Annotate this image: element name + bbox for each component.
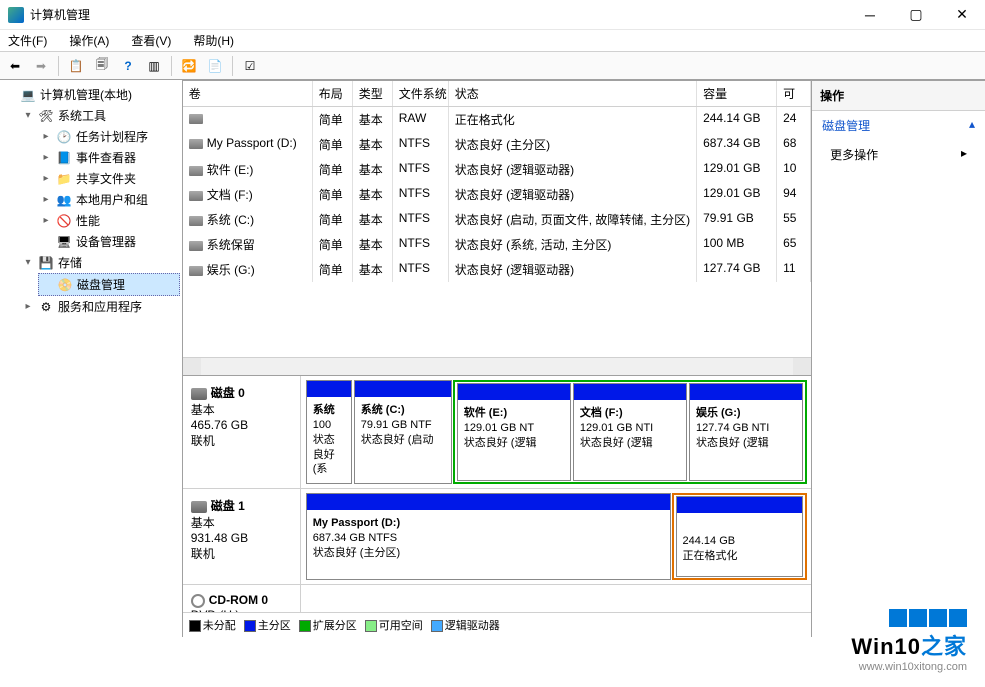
volume-list[interactable]: 简单基本RAW正在格式化244.14 GB24My Passport (D:)简…	[183, 107, 811, 357]
volume-row[interactable]: 文档 (F:)简单基本NTFS状态良好 (逻辑驱动器)129.01 GB94	[183, 182, 811, 207]
disk-info-cdrom: CD-ROM 0 DVD (H:)	[183, 585, 301, 612]
col-free[interactable]: 可	[777, 81, 811, 106]
menubar: 文件(F) 操作(A) 查看(V) 帮助(H)	[0, 30, 985, 52]
col-capacity[interactable]: 容量	[697, 81, 777, 106]
window-controls: ─ ▢ ✕	[847, 0, 985, 30]
action-more[interactable]: 更多操作▸	[812, 140, 985, 169]
partition[interactable]: 娱乐 (G:)127.74 GB NTI状态良好 (逻辑	[689, 383, 803, 481]
minimize-button[interactable]: ─	[847, 0, 893, 30]
tool-btn-4[interactable]: 🔁	[178, 55, 200, 77]
tree-system-tools[interactable]: ▾🛠 系统工具	[20, 105, 180, 126]
tree-root-label: 计算机管理(本地)	[40, 86, 132, 103]
collapse-icon: ▴	[969, 117, 975, 134]
tree-storage[interactable]: ▾💾 存储	[20, 252, 180, 273]
horizontal-scrollbar[interactable]	[183, 357, 811, 375]
maximize-button[interactable]: ▢	[893, 0, 939, 30]
content-pane: 卷 布局 类型 文件系统 状态 容量 可 简单基本RAW正在格式化244.14 …	[183, 80, 812, 637]
close-button[interactable]: ✕	[939, 0, 985, 30]
tree-root[interactable]: 💻 计算机管理(本地)	[2, 84, 180, 105]
forward-button[interactable]: ➡	[30, 55, 52, 77]
disk-row-cdrom[interactable]: CD-ROM 0 DVD (H:)	[183, 585, 811, 612]
legend: 未分配 主分区 扩展分区 可用空间 逻辑驱动器	[183, 612, 811, 637]
partition[interactable]: 244.14 GB正在格式化	[676, 496, 804, 577]
toolbar: ⬅ ➡ 📋 🗐 ? ▥ 🔁 📄 ☑	[0, 52, 985, 80]
tree-shared-folders[interactable]: ▸📁共享文件夹	[38, 168, 180, 189]
actions-header: 操作	[812, 80, 985, 111]
disk-panel[interactable]: 磁盘 0 基本 465.76 GB 联机 系统100状态良好 (系 系统 (C:…	[183, 375, 811, 612]
tree-task-scheduler[interactable]: ▸🕑任务计划程序	[38, 126, 180, 147]
disk-info-0: 磁盘 0 基本 465.76 GB 联机	[183, 376, 301, 488]
volume-header[interactable]: 卷 布局 类型 文件系统 状态 容量 可	[183, 80, 811, 107]
tool-btn-2[interactable]: 🗐	[91, 55, 113, 77]
tree-device-manager[interactable]: 🖥设备管理器	[38, 231, 180, 252]
menu-help[interactable]: 帮助(H)	[189, 30, 238, 51]
window-title: 计算机管理	[30, 6, 90, 23]
cdrom-icon	[191, 594, 205, 608]
col-volume[interactable]: 卷	[183, 81, 313, 106]
tool-btn-6[interactable]: ☑	[239, 55, 261, 77]
disk-row-1[interactable]: 磁盘 1 基本 931.48 GB 联机 My Passport (D:)687…	[183, 489, 811, 585]
app-icon	[8, 7, 24, 23]
volume-row[interactable]: 系统 (C:)简单基本NTFS状态良好 (启动, 页面文件, 故障转储, 主分区…	[183, 207, 811, 232]
disk-info-1: 磁盘 1 基本 931.48 GB 联机	[183, 489, 301, 584]
menu-operate[interactable]: 操作(A)	[65, 30, 113, 51]
help-icon[interactable]: ?	[117, 55, 139, 77]
actions-section[interactable]: 磁盘管理▴	[812, 111, 985, 140]
tree-performance[interactable]: ▸🚫性能	[38, 210, 180, 231]
partition[interactable]: 软件 (E:)129.01 GB NT状态良好 (逻辑	[457, 383, 571, 481]
volume-row[interactable]: 简单基本RAW正在格式化244.14 GB24	[183, 107, 811, 132]
col-type[interactable]: 类型	[353, 81, 393, 106]
menu-view[interactable]: 查看(V)	[127, 30, 175, 51]
col-layout[interactable]: 布局	[313, 81, 353, 106]
col-status[interactable]: 状态	[449, 81, 697, 106]
partition[interactable]: 系统 (C:)79.91 GB NTF状态良好 (启动	[354, 380, 452, 484]
volume-row[interactable]: 娱乐 (G:)简单基本NTFS状态良好 (逻辑驱动器)127.74 GB11	[183, 257, 811, 282]
volume-row[interactable]: 软件 (E:)简单基本NTFS状态良好 (逻辑驱动器)129.01 GB10	[183, 157, 811, 182]
tree-services[interactable]: ▸⚙ 服务和应用程序	[20, 296, 180, 317]
titlebar: 计算机管理 ─ ▢ ✕	[0, 0, 985, 30]
tree-pane[interactable]: 💻 计算机管理(本地) ▾🛠 系统工具 ▸🕑任务计划程序 ▸📘事件查看器 ▸📁共…	[0, 80, 183, 637]
partition[interactable]: My Passport (D:)687.34 GB NTFS状态良好 (主分区)	[306, 493, 671, 580]
menu-file[interactable]: 文件(F)	[4, 30, 51, 51]
tool-btn-1[interactable]: 📋	[65, 55, 87, 77]
tree-event-viewer[interactable]: ▸📘事件查看器	[38, 147, 180, 168]
chevron-right-icon: ▸	[961, 146, 967, 163]
tool-btn-3[interactable]: ▥	[143, 55, 165, 77]
volume-row[interactable]: My Passport (D:)简单基本NTFS状态良好 (主分区)687.34…	[183, 132, 811, 157]
disk-icon	[191, 501, 207, 513]
tree-disk-management[interactable]: 📀磁盘管理	[38, 273, 180, 296]
disk-row-0[interactable]: 磁盘 0 基本 465.76 GB 联机 系统100状态良好 (系 系统 (C:…	[183, 376, 811, 489]
col-fs[interactable]: 文件系统	[393, 81, 449, 106]
partition[interactable]: 系统100状态良好 (系	[306, 380, 352, 484]
back-button[interactable]: ⬅	[4, 55, 26, 77]
partition[interactable]: 文档 (F:)129.01 GB NTI状态良好 (逻辑	[573, 383, 687, 481]
disk-icon	[191, 388, 207, 400]
actions-pane: 操作 磁盘管理▴ 更多操作▸	[812, 80, 985, 637]
volume-row[interactable]: 系统保留简单基本NTFS状态良好 (系统, 活动, 主分区)100 MB65	[183, 232, 811, 257]
tree-local-users[interactable]: ▸👥本地用户和组	[38, 189, 180, 210]
tool-btn-5[interactable]: 📄	[204, 55, 226, 77]
